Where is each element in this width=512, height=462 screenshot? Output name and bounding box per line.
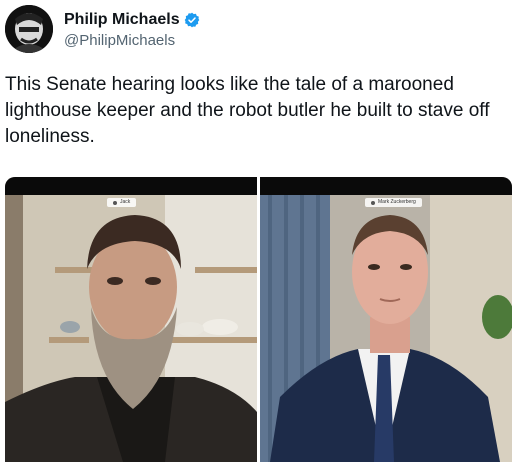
mic-icon xyxy=(371,200,375,205)
author-name[interactable]: Philip Michaels xyxy=(64,11,180,29)
participant-label-left: Jack xyxy=(107,198,137,207)
tweet-header: Philip Michaels @PhilipMichaels xyxy=(5,5,305,53)
author-handle[interactable]: @PhilipMichaels xyxy=(64,32,175,49)
mark-webcam-image xyxy=(260,177,512,462)
verified-badge-icon xyxy=(184,12,200,28)
avatar[interactable] xyxy=(5,5,53,53)
mic-icon xyxy=(113,200,117,205)
tweet-text: This Senate hearing looks like the tale … xyxy=(5,74,490,147)
author-row: Philip Michaels xyxy=(64,10,200,30)
video-panel-right: Mark Zuckerberg xyxy=(260,177,512,462)
participant-name-left: Jack xyxy=(120,199,131,205)
participant-name-right: Mark Zuckerberg xyxy=(378,199,416,205)
video-panel-left: Jack xyxy=(5,177,257,462)
jack-webcam-image xyxy=(5,177,257,462)
participant-label-right: Mark Zuckerberg xyxy=(365,198,422,207)
avatar-image xyxy=(5,5,53,53)
tweet-media[interactable]: Jack Mark Zuckerberg xyxy=(5,177,512,462)
tweet: Philip Michaels @PhilipMichaels This Sen… xyxy=(0,0,512,462)
